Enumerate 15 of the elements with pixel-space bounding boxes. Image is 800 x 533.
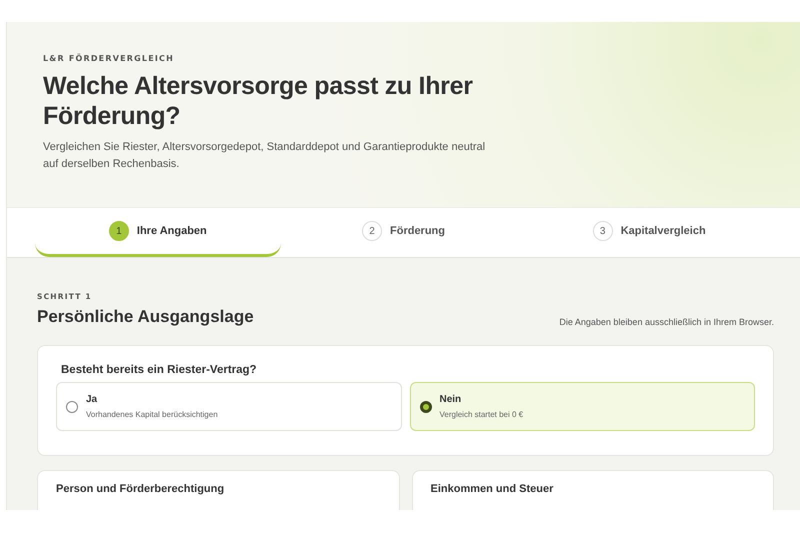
privacy-note: Die Angaben bleiben ausschließlich in Ihrem Browser. — [559, 317, 774, 327]
step-number: 3 — [592, 221, 613, 242]
option-card[interactable]: Ja Vorhandenes Kapital berücksichtigen — [56, 382, 402, 431]
radio-button[interactable] — [420, 400, 432, 412]
question-label: Besteht bereits ein Riester-Vertrag? — [61, 364, 258, 376]
page-subtitle: Vergleichen Sie Riester, Altersvorsorgedepot, Standarddepot und Garantieprodukte neutral auf derselben Rechenbasis. — [43, 140, 486, 172]
card-title: Einkommen und Steuer — [430, 483, 554, 495]
card-title: Person und Förderberechtigung — [56, 483, 226, 495]
radio-button[interactable] — [66, 400, 78, 412]
page-title: Welche Altersvorsorge passt zu Ihrer Förderung? — [43, 71, 474, 131]
section-title: Persönliche Ausgangslage — [37, 307, 254, 327]
brand-label: L&R FÖRDERVERGLEICH — [43, 54, 175, 63]
step-number: 2 — [362, 221, 382, 242]
step-number: 1 — [108, 221, 129, 242]
option-card[interactable]: Nein Vergleich startet bei 0 € — [410, 382, 755, 431]
